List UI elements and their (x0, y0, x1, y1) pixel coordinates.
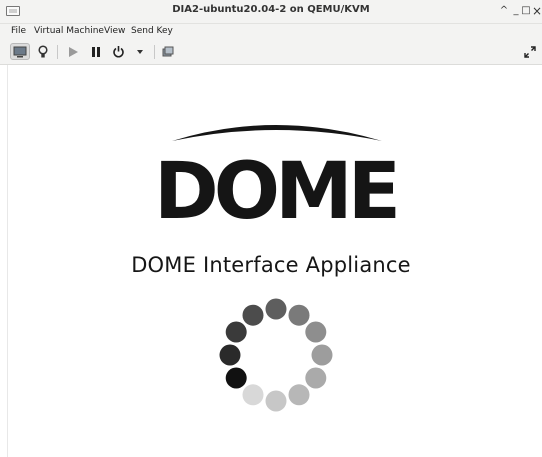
vm-console[interactable]: DOME DOME Interface Appliance (0, 65, 542, 457)
spinner-dot (225, 367, 247, 389)
snapshot-icon (162, 46, 174, 56)
loading-spinner (219, 298, 333, 412)
dome-logo: DOME (154, 125, 400, 230)
window-titlebar[interactable]: DIA2-ubuntu20.04-2 on QEMU/KVM ^ _ □ × (0, 0, 542, 24)
spinner-dot (242, 384, 264, 406)
fullscreen-icon (524, 45, 536, 58)
power-menu-button[interactable] (130, 43, 150, 60)
spinner-dot (265, 298, 287, 320)
power-button[interactable] (108, 43, 128, 60)
close-button[interactable]: × (530, 2, 542, 20)
console-icon (13, 46, 27, 57)
spinner-dot (305, 367, 327, 389)
run-icon (69, 46, 78, 57)
spinner-dot (219, 344, 241, 366)
dropdown-icon (137, 49, 143, 54)
spinner-dot (225, 321, 247, 343)
menu-view[interactable]: View (104, 26, 125, 36)
menu-send-key[interactable]: Send Key (131, 26, 173, 36)
power-icon (112, 46, 124, 58)
window-title: DIA2-ubuntu20.04-2 on QEMU/KVM (172, 4, 370, 15)
snapshot-button[interactable] (158, 43, 178, 60)
spinner-dot (242, 304, 264, 326)
menu-virtual-machine[interactable]: Virtual Machine (34, 26, 104, 36)
console-button[interactable] (10, 43, 30, 60)
pause-button[interactable] (86, 43, 106, 60)
run-button[interactable] (63, 43, 83, 60)
dome-logo-text: DOME (154, 147, 396, 230)
spinner-dot (265, 390, 287, 412)
spinner-dot (311, 344, 333, 366)
menu-file[interactable]: File (11, 26, 26, 36)
spinner-dot (305, 321, 327, 343)
menubar: File Virtual Machine View Send Key (0, 24, 542, 40)
toolbar (0, 40, 542, 65)
details-button[interactable] (33, 43, 53, 60)
appliance-title: DOME Interface Appliance (131, 253, 411, 277)
spinner-dot (288, 384, 310, 406)
spinner-dot (288, 304, 310, 326)
fullscreen-button[interactable] (520, 43, 540, 60)
pause-icon (92, 46, 100, 57)
lightbulb-icon (38, 44, 48, 57)
